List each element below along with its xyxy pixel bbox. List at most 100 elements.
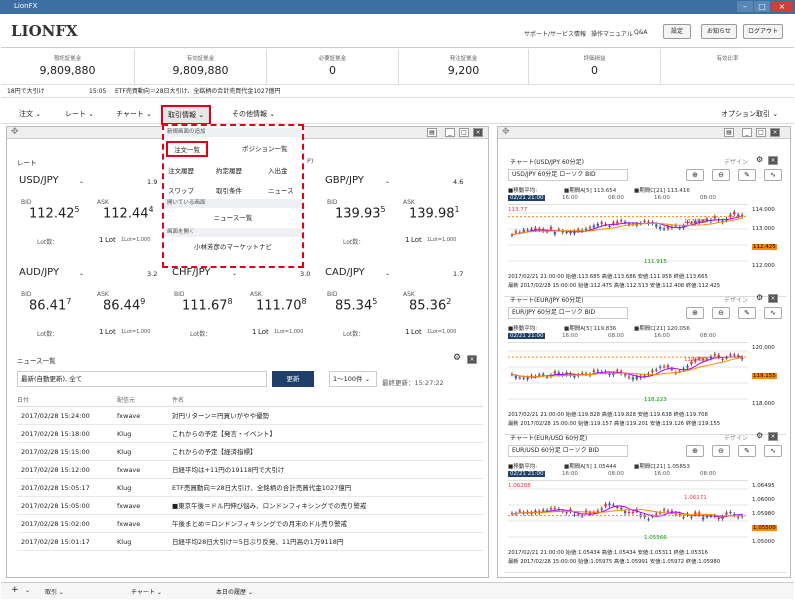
dropdown-item[interactable]: スワップ: [168, 185, 194, 195]
pencil-icon[interactable]: ✎: [738, 445, 756, 457]
pair-chevron-icon[interactable]: ⌄: [79, 178, 84, 185]
news-row[interactable]: 2017/02/28 15:18:00 Klug これからの予定【発言・イベント】: [17, 425, 483, 443]
news-gear-icon[interactable]: ⚙: [453, 353, 461, 363]
minimize-button[interactable]: –: [737, 1, 753, 12]
menu-trade-info[interactable]: 取引情報 ⌄: [161, 105, 212, 125]
panel-close-button[interactable]: ×: [473, 128, 483, 137]
news-ticker[interactable]: 18円で大引け 15:05 ETF売買動向＝28日大引け、全銘柄の合計売買代金1…: [1, 86, 794, 98]
lot-value[interactable]: 1: [99, 236, 103, 244]
news-filter-field[interactable]: 最新(自動更新), 全て: [17, 371, 267, 387]
support-link[interactable]: サポート/サービス情報: [524, 29, 586, 38]
pair-chevron-icon[interactable]: ⌄: [385, 178, 390, 185]
chart-panel-minimize-button[interactable]: _: [742, 128, 752, 137]
pair-chevron-icon[interactable]: ⌄: [385, 270, 390, 277]
lot-value[interactable]: 1: [405, 236, 409, 244]
col-date[interactable]: 日付: [17, 395, 29, 404]
menu-option-trade[interactable]: オプション取引 ⌄: [721, 109, 778, 119]
chart-plot[interactable]: [508, 204, 748, 270]
menu-chart[interactable]: チャート ⌄: [116, 109, 152, 119]
move-icon[interactable]: ✥: [502, 127, 510, 137]
zoom-out-icon[interactable]: ⊖: [712, 169, 730, 181]
pencil-icon[interactable]: ✎: [738, 307, 756, 319]
dropdown-item-news-list[interactable]: ニュース一覧: [164, 208, 302, 228]
chart-gear-icon[interactable]: ⚙: [756, 293, 763, 302]
dropdown-item[interactable]: 注文履歴: [168, 165, 194, 175]
bid-price[interactable]: 111.678: [182, 297, 233, 313]
chart-close-button[interactable]: ×: [768, 294, 778, 303]
dropdown-item[interactable]: ポジション一覧: [242, 143, 288, 153]
zoom-in-icon[interactable]: ⊕: [686, 445, 704, 457]
chart-plot[interactable]: [508, 480, 748, 546]
panel-minimize-button[interactable]: _: [445, 128, 455, 137]
rate-card[interactable]: CAD/JPY ⌄ 1.7 BID ASK 85.345 85.362 Lot数： 1 Lot 1L…: [323, 267, 473, 338]
rate-card[interactable]: AUD/JPY ⌄ 3.2 BID ASK 86.417 86.449 Lot数： 1 Lot 1L…: [17, 267, 167, 338]
chart-symbol-select[interactable]: USD/JPY 60分足 ローソク BID: [508, 169, 628, 181]
panel-maximize-button[interactable]: □: [459, 128, 469, 137]
rate-card[interactable]: CHF/JPY ⌄ 3.0 BID ASK 111.678 111.708 Lot数： 1 Lot…: [170, 267, 320, 338]
news-row[interactable]: 2017/02/28 15:05:00 fxwave ■東京午後＝ドル円伸び悩み、ロ…: [17, 497, 483, 515]
indicator-icon[interactable]: ∿: [764, 445, 782, 457]
notice-button[interactable]: お知らせ: [701, 24, 737, 39]
add-tab-icon[interactable]: +: [11, 585, 19, 595]
pair-chevron-icon[interactable]: ⌄: [232, 270, 237, 277]
menu-order[interactable]: 注文 ⌄: [19, 109, 41, 119]
news-close-button[interactable]: ×: [467, 355, 477, 364]
zoom-out-icon[interactable]: ⊖: [712, 307, 730, 319]
rate-card[interactable]: USD/JPY ⌄ 1.9 BID ASK 112.425 112.444 Lot数： 1 Lot…: [17, 175, 167, 246]
menu-rate[interactable]: レート ⌄: [65, 109, 94, 119]
chart-symbol-select[interactable]: EUR/USD 60分足 ローソク BID: [508, 445, 628, 457]
chart-gear-icon[interactable]: ⚙: [756, 431, 763, 440]
bid-price[interactable]: 112.425: [29, 205, 80, 221]
ask-price[interactable]: 112.444: [103, 205, 154, 221]
settings-button[interactable]: 設定: [663, 24, 691, 39]
chart-plot[interactable]: [508, 342, 748, 408]
lot-value[interactable]: 1: [252, 328, 256, 336]
tab-history[interactable]: 本日の履歴 ⌄: [216, 587, 253, 596]
zoom-in-icon[interactable]: ⊕: [686, 307, 704, 319]
chart-panel-close-button[interactable]: ×: [770, 128, 780, 137]
news-row[interactable]: 2017/02/28 15:12:00 fxwave 日経平均は+11円の19118…: [17, 461, 483, 479]
ask-price[interactable]: 139.981: [409, 205, 460, 221]
dropdown-item-market-navi[interactable]: 小林芳彦のマーケットナビ: [164, 237, 302, 257]
chart-panel-menu-button[interactable]: ▤: [724, 128, 734, 137]
rate-pair[interactable]: AUD/JPY: [19, 267, 59, 278]
panel-menu-button[interactable]: ▤: [427, 128, 437, 137]
indicator-icon[interactable]: ∿: [764, 169, 782, 181]
chart-symbol-select[interactable]: EUR/JPY 60分足 ローソク BID: [508, 307, 628, 319]
lot-value[interactable]: 1: [99, 328, 103, 336]
chart-close-button[interactable]: ×: [768, 156, 778, 165]
chart-design-link[interactable]: デザイン: [724, 157, 748, 166]
news-row[interactable]: 2017/02/28 15:01:17 Klug 日経平均28日大引け＝5日ぶり反発…: [17, 533, 483, 551]
tab-menu-chevron-icon[interactable]: ⌄: [25, 587, 30, 594]
bid-price[interactable]: 85.345: [335, 297, 377, 313]
tab-trade[interactable]: 取引 ⌄: [45, 587, 64, 596]
bid-price[interactable]: 86.417: [29, 297, 71, 313]
bid-price[interactable]: 139.935: [335, 205, 386, 221]
rate-pair[interactable]: USD/JPY: [19, 175, 59, 186]
lot-value[interactable]: 1: [405, 328, 409, 336]
chart-design-link[interactable]: デザイン: [724, 295, 748, 304]
chart-close-button[interactable]: ×: [768, 432, 778, 441]
news-update-button[interactable]: 更新: [272, 371, 314, 387]
rate-card[interactable]: GBP/JPY ⌄ 4.6 BID ASK 139.935 139.981 Lot数： 1 Lot…: [323, 175, 473, 246]
menu-other-info[interactable]: その他情報 ⌄: [232, 109, 275, 119]
dropdown-item[interactable]: ニュース: [268, 185, 294, 195]
tab-chart[interactable]: チャート ⌄: [131, 587, 162, 596]
rate-pair[interactable]: CHF/JPY: [172, 267, 211, 278]
rate-pair[interactable]: GBP/JPY: [325, 175, 364, 186]
pencil-icon[interactable]: ✎: [738, 169, 756, 181]
close-button[interactable]: ×: [771, 1, 793, 12]
news-row[interactable]: 2017/02/28 15:15:00 Klug これからの予定【経済指標】: [17, 443, 483, 461]
news-row[interactable]: 2017/02/28 15:24:00 fxwave 対円リターン＝円買いがやや優勢: [17, 407, 483, 425]
logout-button[interactable]: ログアウト: [743, 24, 783, 39]
news-range-select[interactable]: 1〜100件 ⌄: [329, 371, 377, 387]
chart-gear-icon[interactable]: ⚙: [756, 155, 763, 164]
rate-pair[interactable]: CAD/JPY: [325, 267, 365, 278]
ask-price[interactable]: 111.708: [256, 297, 307, 313]
zoom-out-icon[interactable]: ⊖: [712, 445, 730, 457]
indicator-icon[interactable]: ∿: [764, 307, 782, 319]
ask-price[interactable]: 85.362: [409, 297, 451, 313]
col-source[interactable]: 配信元: [117, 395, 135, 404]
news-row[interactable]: 2017/02/28 15:05:17 Klug ETF売買動向＝28日大引け、全銘…: [17, 479, 483, 497]
manual-link[interactable]: 操作マニュアル: [591, 29, 633, 38]
